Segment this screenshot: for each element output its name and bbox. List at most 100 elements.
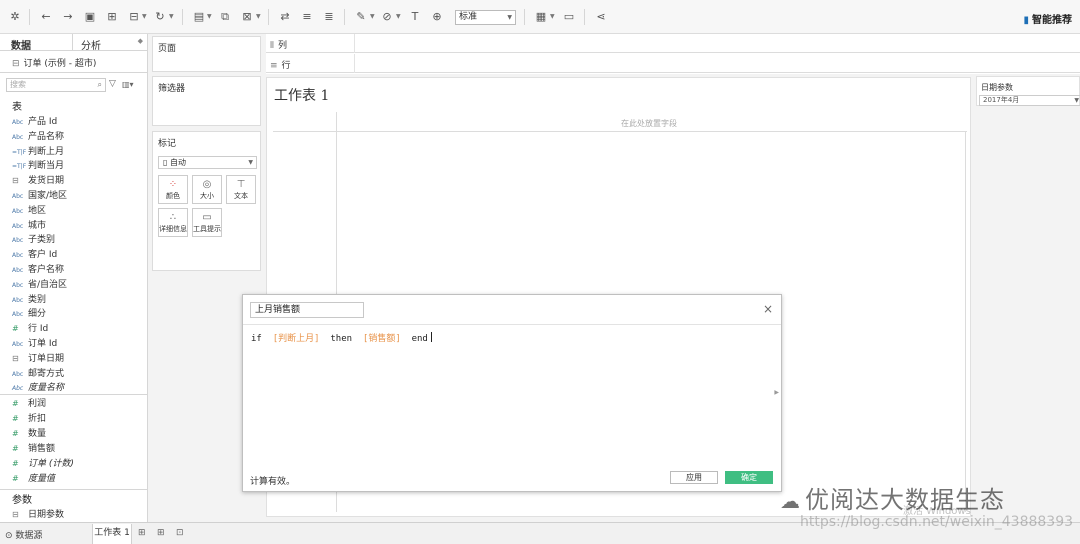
dimension-field[interactable]: # 行 Id: [12, 321, 146, 335]
new-worksheet-icon[interactable]: ▤: [192, 10, 206, 24]
dimension-field[interactable]: Abc 度量名称: [12, 380, 146, 394]
dimension-field[interactable]: Abc 邮寄方式: [12, 366, 146, 380]
size-icon: ◎: [202, 179, 212, 190]
ok-button[interactable]: 确定: [725, 471, 773, 484]
redo-icon[interactable]: →: [61, 10, 75, 24]
tab-data[interactable]: 数据: [11, 37, 31, 52]
filters-shelf[interactable]: 筛选器: [152, 76, 261, 126]
formula-editor[interactable]: if [判断上月] then [销售额] end: [251, 331, 432, 344]
dimension-field[interactable]: Abc 类别: [12, 292, 146, 306]
tooltip-button[interactable]: ▭ 工具提示: [192, 208, 222, 237]
dimension-field-label: 城市: [28, 220, 47, 231]
new-datasource-icon[interactable]: ⊞: [105, 10, 119, 24]
chevron-down-icon[interactable]: ▼: [256, 13, 261, 20]
expand-functions-icon[interactable]: ▶: [774, 389, 779, 396]
chevron-down-icon[interactable]: ▼: [169, 13, 174, 20]
dimension-field[interactable]: ⊟ 订单日期: [12, 351, 146, 365]
presentation-icon[interactable]: ▭: [562, 10, 576, 24]
sheet-title[interactable]: 工作表 1: [274, 85, 329, 105]
view-options-icon[interactable]: ▥▾: [122, 80, 134, 89]
drop-field-hint[interactable]: 在此处放置字段: [621, 118, 677, 129]
mark-type-icon: ▯: [163, 158, 170, 167]
database-icon: ⊙: [5, 531, 16, 541]
parameter-select[interactable]: 2017年4月 ▼: [979, 95, 1080, 106]
measure-field[interactable]: # 折扣: [12, 411, 146, 425]
dimension-field[interactable]: Abc 产品 Id: [12, 114, 146, 128]
chevron-down-icon[interactable]: ▼: [207, 13, 212, 20]
pane-menu-icon[interactable]: ◆: [138, 37, 143, 45]
dimension-field[interactable]: Abc 地区: [12, 203, 146, 217]
field-ref: [判断上月]: [272, 334, 320, 344]
sort-descending-icon[interactable]: ≣: [322, 10, 336, 24]
dimension-field[interactable]: =T|F 判断上月: [12, 144, 146, 158]
datasource-item[interactable]: ⊟ 订单 (示例 - 超市): [12, 56, 96, 69]
parameter-value: 2017年4月: [983, 96, 1020, 104]
fit-select[interactable]: 标准 ▼: [455, 10, 516, 25]
measure-field[interactable]: # 利润: [12, 396, 146, 410]
dimension-field-label: 订单 Id: [28, 339, 58, 349]
rows-icon: ≡: [270, 61, 278, 71]
dimension-field[interactable]: Abc 省/自治区: [12, 277, 146, 291]
show-cards-icon[interactable]: ▦: [534, 10, 548, 24]
smart-recommend-button[interactable]: ▮ 智能推荐: [1023, 11, 1072, 26]
number-type-icon: #: [12, 459, 19, 468]
filter-icon[interactable]: ▽: [109, 79, 116, 89]
boolean-type-icon: =T|F: [12, 163, 27, 171]
swap-rows-columns-icon[interactable]: ⇄: [278, 10, 292, 24]
measure-field[interactable]: # 数量: [12, 426, 146, 440]
dimension-field[interactable]: Abc 订单 Id: [12, 336, 146, 350]
new-story-icon[interactable]: ⊡: [176, 528, 184, 538]
tableau-logo-icon[interactable]: ✲: [8, 10, 22, 24]
chevron-down-icon[interactable]: ▼: [396, 13, 401, 20]
calc-name-input[interactable]: 上月销售额: [250, 302, 364, 318]
labels-icon[interactable]: T: [408, 10, 422, 24]
dimension-field[interactable]: ⊟ 发货日期: [12, 173, 146, 187]
size-button[interactable]: ◎ 大小: [192, 175, 222, 204]
group-icon[interactable]: ⊘: [380, 10, 394, 24]
share-icon[interactable]: ⋖: [594, 10, 608, 24]
tab-analysis[interactable]: 分析: [81, 37, 101, 52]
highlight-icon[interactable]: ✎: [354, 10, 368, 24]
clear-sheet-icon[interactable]: ⊠: [240, 10, 254, 24]
dimension-field[interactable]: Abc 国家/地区: [12, 188, 146, 202]
dimension-field[interactable]: Abc 细分: [12, 306, 146, 320]
measure-field[interactable]: # 订单 (计数): [12, 456, 146, 470]
rows-shelf[interactable]: ≡ 行: [266, 54, 1080, 73]
dimension-field[interactable]: Abc 产品名称: [12, 129, 146, 143]
chevron-down-icon[interactable]: ▼: [550, 13, 555, 20]
pages-shelf[interactable]: 页面: [152, 36, 261, 72]
dimension-field[interactable]: Abc 子类别: [12, 232, 146, 246]
datasource-tab[interactable]: ⊙ 数据源: [5, 528, 42, 541]
save-icon[interactable]: ▣: [83, 10, 97, 24]
close-icon[interactable]: ×: [763, 302, 773, 316]
text-button[interactable]: ⊤ 文本: [226, 175, 256, 204]
dimension-field[interactable]: Abc 客户名称: [12, 262, 146, 276]
dimension-field[interactable]: =T|F 判断当月: [12, 158, 146, 172]
fix-axes-icon[interactable]: ⊕: [430, 10, 444, 24]
dialog-divider: [243, 324, 781, 325]
duplicate-icon[interactable]: ⧉: [218, 10, 232, 24]
number-type-icon: #: [12, 324, 19, 334]
columns-shelf[interactable]: ⦀ 列: [266, 34, 1080, 53]
pause-updates-icon[interactable]: ⊟: [127, 10, 141, 24]
measure-field[interactable]: # 销售额: [12, 441, 146, 455]
dimension-field[interactable]: Abc 客户 Id: [12, 247, 146, 261]
sort-ascending-icon[interactable]: ≡: [300, 10, 314, 24]
apply-button[interactable]: 应用: [670, 471, 718, 484]
new-dashboard-icon[interactable]: ⊞: [157, 528, 165, 538]
field-search-input[interactable]: 搜索 ⌕: [6, 78, 106, 92]
mark-type-select[interactable]: ▯ 自动 ▼: [158, 156, 257, 169]
measure-field[interactable]: # 度量值: [12, 471, 146, 485]
color-button[interactable]: ⁘ 颜色: [158, 175, 188, 204]
parameter-field[interactable]: ⊟ 日期参数: [12, 507, 146, 521]
keyword-if: if: [251, 334, 262, 344]
new-worksheet-icon[interactable]: ⊞: [138, 528, 146, 538]
detail-button[interactable]: ∴ 详细信息: [158, 208, 188, 237]
refresh-icon[interactable]: ↻: [153, 10, 167, 24]
chevron-down-icon[interactable]: ▼: [370, 13, 375, 20]
tab-sheet-1[interactable]: 工作表 1: [92, 524, 132, 544]
wechat-icon: ☁: [780, 489, 801, 513]
chevron-down-icon[interactable]: ▼: [142, 13, 147, 20]
dimension-field[interactable]: Abc 城市: [12, 218, 146, 232]
undo-icon[interactable]: ←: [39, 10, 53, 24]
